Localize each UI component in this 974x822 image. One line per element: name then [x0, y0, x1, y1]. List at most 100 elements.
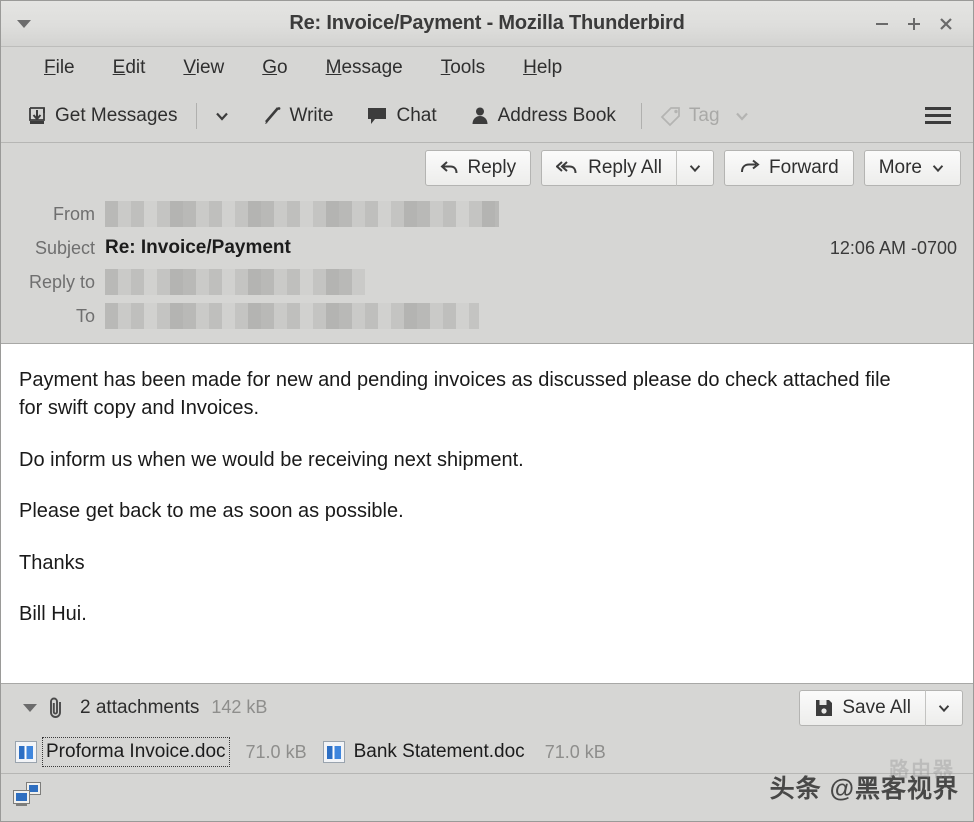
hamburger-menu-icon-bar2 [925, 114, 951, 117]
write-label: Write [289, 104, 334, 126]
tag-label: Tag [688, 104, 720, 126]
attachment-name-2: Bank Statement.doc [353, 741, 525, 762]
get-messages-button[interactable]: Get Messages [17, 100, 187, 132]
menu-view-accel: V [183, 57, 196, 78]
to-value[interactable] [105, 303, 973, 329]
menu-help-label: elp [536, 57, 563, 78]
chevron-down-icon [938, 704, 950, 712]
attachment-item-2[interactable]: Bank Statement.doc [317, 738, 531, 766]
save-all-label: Save All [842, 696, 911, 718]
menu-go[interactable]: Go [243, 55, 306, 81]
header-row-to: To [1, 299, 973, 333]
write-button[interactable]: Write [252, 100, 343, 132]
close-button[interactable] [931, 9, 961, 39]
attachment-list: Proforma Invoice.doc 71.0 kB Bank Statem… [1, 731, 973, 773]
body-signature-name: Bill Hui. [19, 602, 87, 625]
attachment-size-2: 71.0 kB [544, 741, 606, 762]
minimize-button[interactable] [867, 9, 897, 39]
forward-button[interactable]: Forward [724, 150, 854, 186]
menu-message-accel: M [325, 57, 342, 78]
chat-button[interactable]: Chat [356, 100, 445, 132]
reply-all-group: Reply All [541, 150, 715, 186]
forward-arrow-icon [741, 159, 760, 173]
attachment-expand-toggle[interactable] [15, 703, 45, 712]
menu-message-label: essage [341, 57, 403, 78]
menu-message[interactable]: Message [307, 55, 422, 81]
body-signoff: Thanks [19, 551, 85, 574]
more-label: More [878, 157, 922, 178]
forward-label: Forward [769, 157, 839, 178]
triangle-down-icon [23, 703, 37, 712]
maximize-button[interactable] [899, 9, 929, 39]
address-book-label: Address Book [497, 104, 616, 126]
redacted-recipient-address [105, 303, 479, 329]
menu-tools[interactable]: Tools [422, 55, 504, 81]
body-paragraph-2: Do inform us when we would be receiving … [19, 448, 524, 471]
attachment-name-1: Proforma Invoice.doc [42, 737, 230, 767]
menu-tools-accel: T [440, 57, 451, 78]
attachment-count-label: 2 attachments [80, 696, 200, 718]
attachment-total-size: 142 kB [211, 696, 268, 717]
chevron-down-icon [932, 165, 944, 173]
redacted-reply-to-address [105, 269, 365, 295]
from-value[interactable] [105, 201, 973, 227]
hamburger-menu-icon [925, 107, 951, 110]
status-bar [1, 773, 973, 814]
message-timestamp: 12:06 AM -0700 [829, 237, 957, 258]
attachment-item-1[interactable]: Proforma Invoice.doc [9, 737, 232, 767]
close-icon [940, 17, 952, 30]
reply-arrow-icon [440, 161, 458, 174]
save-all-dropdown[interactable] [925, 689, 963, 726]
attachment-summary: 2 attachments 142 kB [80, 697, 267, 719]
save-disk-icon [816, 699, 833, 716]
reply-to-value[interactable] [105, 269, 973, 295]
window-title: Re: Invoice/Payment - Mozilla Thunderbir… [289, 12, 685, 34]
get-messages-dropdown[interactable] [206, 102, 238, 130]
save-all-button[interactable]: Save All [799, 689, 925, 726]
menu-file[interactable]: File [25, 55, 94, 81]
reply-all-label: Reply All [588, 157, 663, 178]
subject-label: Subject [34, 237, 95, 258]
message-header-pane: From Subject Re: Invoice/Payment 12:06 A… [1, 193, 973, 344]
minus-icon [876, 22, 888, 25]
app-menu-button[interactable] [917, 101, 959, 130]
tag-icon [660, 106, 680, 126]
menu-view[interactable]: View [164, 55, 243, 81]
word-doc-icon [15, 741, 37, 763]
chevron-down-icon [215, 112, 228, 121]
chat-label: Chat [396, 104, 437, 126]
chevron-down-icon [735, 112, 748, 121]
header-row-reply-to: Reply to [1, 265, 973, 299]
reply-button[interactable]: Reply [424, 150, 532, 186]
speech-bubble-icon [368, 107, 387, 124]
message-body: Payment has been made for new and pendin… [1, 344, 973, 683]
body-paragraph-1: Payment has been made for new and pendin… [19, 369, 891, 420]
reply-label: Reply [467, 157, 517, 178]
menu-help[interactable]: Help [504, 55, 581, 81]
menu-edit-accel: E [112, 57, 126, 78]
menu-edit[interactable]: Edit [94, 55, 165, 81]
download-inbox-icon [29, 106, 45, 124]
attachment-size-1: 71.0 kB [245, 741, 307, 762]
toolbar-divider-2 [640, 102, 642, 129]
tag-button[interactable]: Tag [651, 100, 760, 132]
reply-all-button[interactable]: Reply All [541, 150, 677, 186]
chevron-down-icon [689, 165, 701, 173]
pencil-icon [264, 106, 280, 124]
reply-all-dropdown[interactable] [676, 150, 715, 186]
body-paragraph-3: Please get back to me as soon as possibl… [19, 500, 404, 523]
more-button[interactable]: More [863, 150, 961, 186]
word-doc-icon [322, 741, 345, 763]
message-action-bar: Reply Reply All Forward More [1, 143, 973, 193]
main-toolbar: Get Messages Write Chat Address Book Tag [1, 89, 973, 143]
window-menu-button[interactable] [1, 19, 47, 28]
menu-view-label: iew [195, 57, 225, 78]
thunderbird-window: Re: Invoice/Payment - Mozilla Thunderbir… [0, 0, 974, 822]
window-controls [867, 9, 973, 39]
menu-file-accel: F [44, 57, 56, 78]
redacted-sender-address [105, 201, 499, 227]
get-messages-label: Get Messages [55, 104, 178, 126]
to-label: To [75, 305, 95, 326]
paperclip-icon [45, 696, 67, 720]
address-book-button[interactable]: Address Book [460, 100, 625, 132]
